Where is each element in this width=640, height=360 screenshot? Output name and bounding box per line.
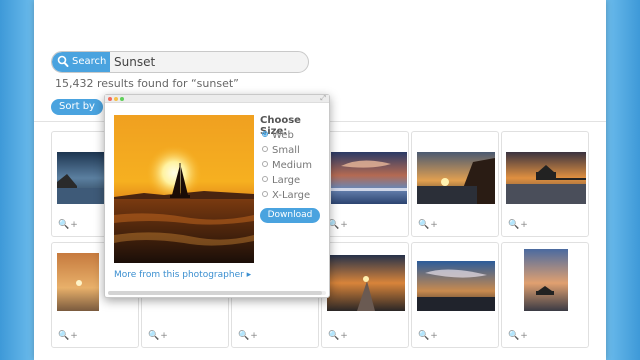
- radio-icon[interactable]: [262, 191, 268, 197]
- photo-card[interactable]: 🔍+: [411, 131, 499, 237]
- preview-image: [114, 115, 254, 263]
- search-bar: Search: [51, 51, 309, 73]
- zoom-icon[interactable]: 🔍: [58, 220, 69, 230]
- add-icon[interactable]: +: [520, 331, 528, 341]
- photo-thumbnail[interactable]: [506, 152, 586, 204]
- photo-thumbnail[interactable]: [524, 249, 568, 311]
- photo-card[interactable]: 🔍+: [501, 242, 589, 348]
- minimize-dot-icon[interactable]: [114, 97, 118, 101]
- zoom-icon[interactable]: 🔍: [238, 331, 249, 341]
- add-icon[interactable]: +: [430, 331, 438, 341]
- size-label: Medium: [272, 160, 312, 171]
- photo-thumbnail[interactable]: [331, 152, 407, 204]
- add-icon[interactable]: +: [340, 331, 348, 341]
- radio-icon[interactable]: [262, 146, 268, 152]
- add-icon[interactable]: +: [160, 331, 168, 341]
- card-tools: 🔍+: [508, 331, 529, 341]
- photo-card[interactable]: 🔍+: [501, 131, 589, 237]
- search-button[interactable]: Search: [52, 52, 110, 72]
- add-icon[interactable]: +: [430, 220, 438, 230]
- radio-icon[interactable]: [262, 161, 268, 167]
- size-option-x-large[interactable]: X-Large: [262, 190, 310, 201]
- add-icon[interactable]: +: [520, 220, 528, 230]
- card-tools: 🔍+: [508, 220, 529, 230]
- photo-thumbnail[interactable]: [57, 253, 99, 311]
- photo-card[interactable]: 🔍+: [321, 131, 409, 237]
- zoom-icon[interactable]: 🔍: [58, 331, 69, 341]
- download-button[interactable]: Download: [260, 208, 320, 223]
- card-tools: 🔍+: [58, 220, 79, 230]
- search-button-label: Search: [72, 56, 107, 67]
- size-label: Web: [272, 130, 294, 141]
- zoom-icon[interactable]: 🔍: [508, 331, 519, 341]
- add-icon[interactable]: +: [340, 220, 348, 230]
- background-left: [0, 0, 34, 360]
- background-right: [606, 0, 640, 360]
- zoom-icon[interactable]: 🔍: [508, 220, 519, 230]
- size-option-web[interactable]: Web: [262, 130, 294, 141]
- card-tools: 🔍+: [418, 331, 439, 341]
- photo-thumbnail[interactable]: [57, 152, 105, 204]
- more-from-photographer-link[interactable]: More from this photographer ▸: [114, 270, 251, 280]
- card-tools: 🔍+: [418, 220, 439, 230]
- add-icon[interactable]: +: [70, 220, 78, 230]
- zoom-icon[interactable]: 🔍: [418, 331, 429, 341]
- radio-selected-icon[interactable]: [262, 131, 268, 137]
- add-icon[interactable]: +: [70, 331, 78, 341]
- popup-scrollbar[interactable]: [108, 291, 326, 295]
- size-label: Large: [272, 175, 301, 186]
- zoom-icon[interactable]: 🔍: [148, 331, 159, 341]
- photo-thumbnail[interactable]: [417, 152, 495, 204]
- card-tools: 🔍+: [328, 220, 349, 230]
- zoom-icon[interactable]: 🔍: [418, 220, 429, 230]
- card-tools: 🔍+: [238, 331, 259, 341]
- popup-title-bar: ⤢: [105, 94, 329, 103]
- size-option-small[interactable]: Small: [262, 145, 300, 156]
- card-tools: 🔍+: [148, 331, 169, 341]
- image-preview-popup: ⤢ Choose Size: Web Small Medium Large X-…: [104, 94, 330, 298]
- add-icon[interactable]: +: [250, 331, 258, 341]
- radio-icon[interactable]: [262, 176, 268, 182]
- results-count: 15,432 results found for “sunset”: [55, 77, 239, 90]
- size-option-large[interactable]: Large: [262, 175, 300, 186]
- close-dot-icon[interactable]: [108, 97, 112, 101]
- zoom-icon[interactable]: 🔍: [328, 331, 339, 341]
- search-input[interactable]: [114, 53, 304, 71]
- size-option-medium[interactable]: Medium: [262, 160, 312, 171]
- card-tools: 🔍+: [58, 331, 79, 341]
- size-label: Small: [272, 145, 300, 156]
- card-tools: 🔍+: [328, 331, 349, 341]
- popup-scrollbar-thumb[interactable]: [108, 291, 322, 295]
- maximize-dot-icon[interactable]: [120, 97, 124, 101]
- photo-card[interactable]: 🔍+: [321, 242, 409, 348]
- expand-icon[interactable]: ⤢: [320, 94, 326, 103]
- photo-thumbnail[interactable]: [327, 255, 405, 311]
- photo-card[interactable]: 🔍+: [411, 242, 499, 348]
- search-icon: [57, 55, 69, 67]
- size-label: X-Large: [272, 190, 311, 201]
- photo-thumbnail[interactable]: [417, 261, 495, 311]
- sort-by-button[interactable]: Sort by: [51, 99, 103, 115]
